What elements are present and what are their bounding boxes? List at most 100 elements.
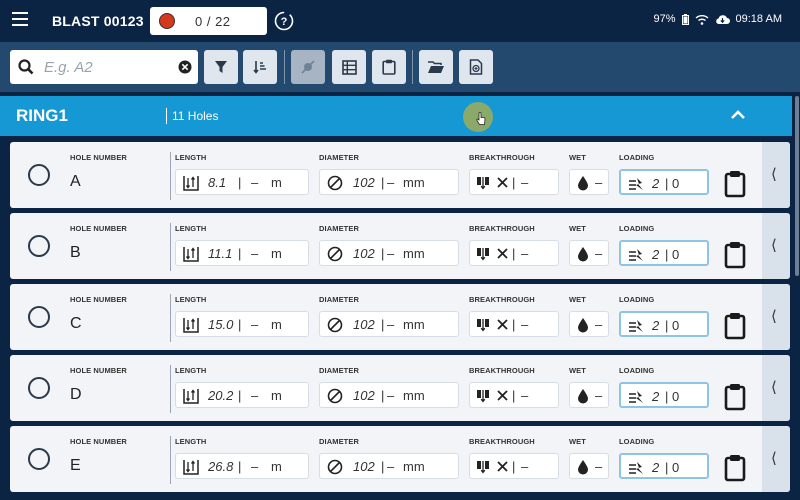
clipboard-icon[interactable] (724, 383, 746, 411)
row-select-radio[interactable] (28, 164, 50, 186)
loading-field[interactable]: 2 | 0 (619, 169, 709, 195)
length-value: 8.1 (208, 175, 227, 190)
breakthrough-field[interactable]: | – (469, 382, 559, 408)
diameter-unit: mm (403, 388, 425, 403)
breakthrough-field[interactable]: | – (469, 169, 559, 195)
length-value: 20.2 (208, 388, 234, 403)
length-field[interactable]: 8.1 | – m (175, 169, 309, 195)
row-select-radio[interactable] (28, 377, 50, 399)
row-side-tab[interactable]: ⟨ (762, 142, 790, 208)
breakthrough-field[interactable]: | – (469, 311, 559, 337)
wet-label: WET (569, 295, 586, 304)
map-button[interactable] (291, 50, 325, 84)
diameter-label: DIAMETER (319, 366, 359, 375)
clipboard-icon[interactable] (724, 241, 746, 269)
row-side-tab[interactable]: ⟨ (762, 213, 790, 279)
length-value: 11.1 (208, 246, 233, 261)
diameter-secondary: – (387, 246, 395, 261)
diameter-label: DIAMETER (319, 224, 359, 233)
ring-header[interactable]: RING1 11 Holes (0, 96, 792, 136)
breakthrough-separator: | (512, 388, 516, 403)
diameter-field[interactable]: 102 | – mm (319, 169, 459, 195)
search-input[interactable] (44, 50, 174, 84)
export-file-button[interactable] (459, 50, 493, 84)
explosive-icon (629, 391, 643, 403)
chevron-left-icon: ⟨ (771, 166, 777, 183)
diameter-field[interactable]: 102 | – mm (319, 382, 459, 408)
loading-field[interactable]: 2 | 0 (619, 240, 709, 266)
filter-button[interactable] (204, 50, 238, 84)
loading-secondary: 0 (672, 389, 680, 404)
row-divider (170, 294, 171, 342)
open-folder-button[interactable] (419, 50, 453, 84)
diameter-field[interactable]: 102 | – mm (319, 311, 459, 337)
ring-title: RING1 (16, 106, 68, 125)
diameter-field[interactable]: 102 | – mm (319, 240, 459, 266)
explosive-icon (629, 462, 643, 474)
table-row[interactable]: HOLE NUMBER A LENGTH 8.1 | – m DIAMETER … (10, 142, 790, 208)
clipboard-icon[interactable] (724, 170, 746, 198)
table-view-button[interactable] (332, 50, 366, 84)
row-select-radio[interactable] (28, 448, 50, 470)
chevron-up-icon[interactable] (730, 109, 746, 121)
sort-button[interactable] (243, 50, 277, 84)
file-export-icon (469, 59, 483, 75)
diameter-field[interactable]: 102 | – mm (319, 453, 459, 479)
row-select-radio[interactable] (28, 306, 50, 328)
breakthrough-label: BREAKTHROUGH (469, 437, 535, 446)
loading-field[interactable]: 2 | 0 (619, 453, 709, 479)
loading-label: LOADING (619, 224, 655, 233)
loading-secondary: 0 (672, 247, 680, 262)
progress-count: 0 / 22 (195, 14, 231, 29)
row-select-radio[interactable] (28, 235, 50, 257)
breakthrough-field[interactable]: | – (469, 240, 559, 266)
wet-field[interactable]: – (569, 240, 609, 266)
length-field[interactable]: 11.1 | – m (175, 240, 309, 266)
row-side-tab[interactable]: ⟨ (762, 355, 790, 421)
length-separator: | (238, 388, 242, 403)
breakthrough-icon (477, 319, 508, 332)
scrollbar-thumb[interactable] (795, 96, 799, 276)
scrollbar[interactable] (794, 96, 800, 500)
breakthrough-field[interactable]: | – (469, 453, 559, 479)
loading-count: 2 (652, 176, 660, 191)
table-row[interactable]: HOLE NUMBER E LENGTH 26.8 | – m DIAMETER… (10, 426, 790, 492)
clipboard-button[interactable] (372, 50, 406, 84)
table-row[interactable]: HOLE NUMBER B LENGTH 11.1 | – m DIAMETER… (10, 213, 790, 279)
loading-field[interactable]: 2 | 0 (619, 311, 709, 337)
loading-label: LOADING (619, 437, 655, 446)
length-label: LENGTH (175, 366, 207, 375)
clipboard-icon[interactable] (724, 312, 746, 340)
wet-field[interactable]: – (569, 453, 609, 479)
length-label: LENGTH (175, 153, 207, 162)
wet-field[interactable]: – (569, 169, 609, 195)
menu-icon[interactable] (12, 12, 28, 26)
chevron-left-icon: ⟨ (771, 450, 777, 467)
wet-value: – (595, 317, 603, 332)
row-side-tab[interactable]: ⟨ (762, 426, 790, 492)
clear-icon[interactable] (178, 60, 192, 74)
loading-field[interactable]: 2 | 0 (619, 382, 709, 408)
length-field[interactable]: 26.8 | – m (175, 453, 309, 479)
length-icon (183, 247, 199, 262)
diameter-label: DIAMETER (319, 295, 359, 304)
row-side-tab[interactable]: ⟨ (762, 284, 790, 350)
wet-field[interactable]: – (569, 311, 609, 337)
water-drop-icon (578, 247, 588, 262)
page-title: BLAST 00123 (52, 13, 144, 29)
wet-field[interactable]: – (569, 382, 609, 408)
table-row[interactable]: HOLE NUMBER C LENGTH 15.0 | – m DIAMETER… (10, 284, 790, 350)
diameter-value: 102 (353, 175, 375, 190)
water-drop-icon (578, 389, 588, 404)
diameter-separator: | (381, 388, 385, 403)
clipboard-icon[interactable] (724, 454, 746, 482)
loading-count: 2 (652, 247, 660, 262)
progress-indicator[interactable]: 0 / 22 (150, 7, 267, 35)
table-row[interactable]: HOLE NUMBER D LENGTH 20.2 | – m DIAMETER… (10, 355, 790, 421)
diameter-value: 102 (353, 388, 375, 403)
hole-number-label: HOLE NUMBER (70, 224, 127, 233)
length-field[interactable]: 15.0 | – m (175, 311, 309, 337)
help-icon[interactable]: ? (274, 11, 294, 31)
length-field[interactable]: 20.2 | – m (175, 382, 309, 408)
cloud-download-icon (715, 14, 730, 24)
